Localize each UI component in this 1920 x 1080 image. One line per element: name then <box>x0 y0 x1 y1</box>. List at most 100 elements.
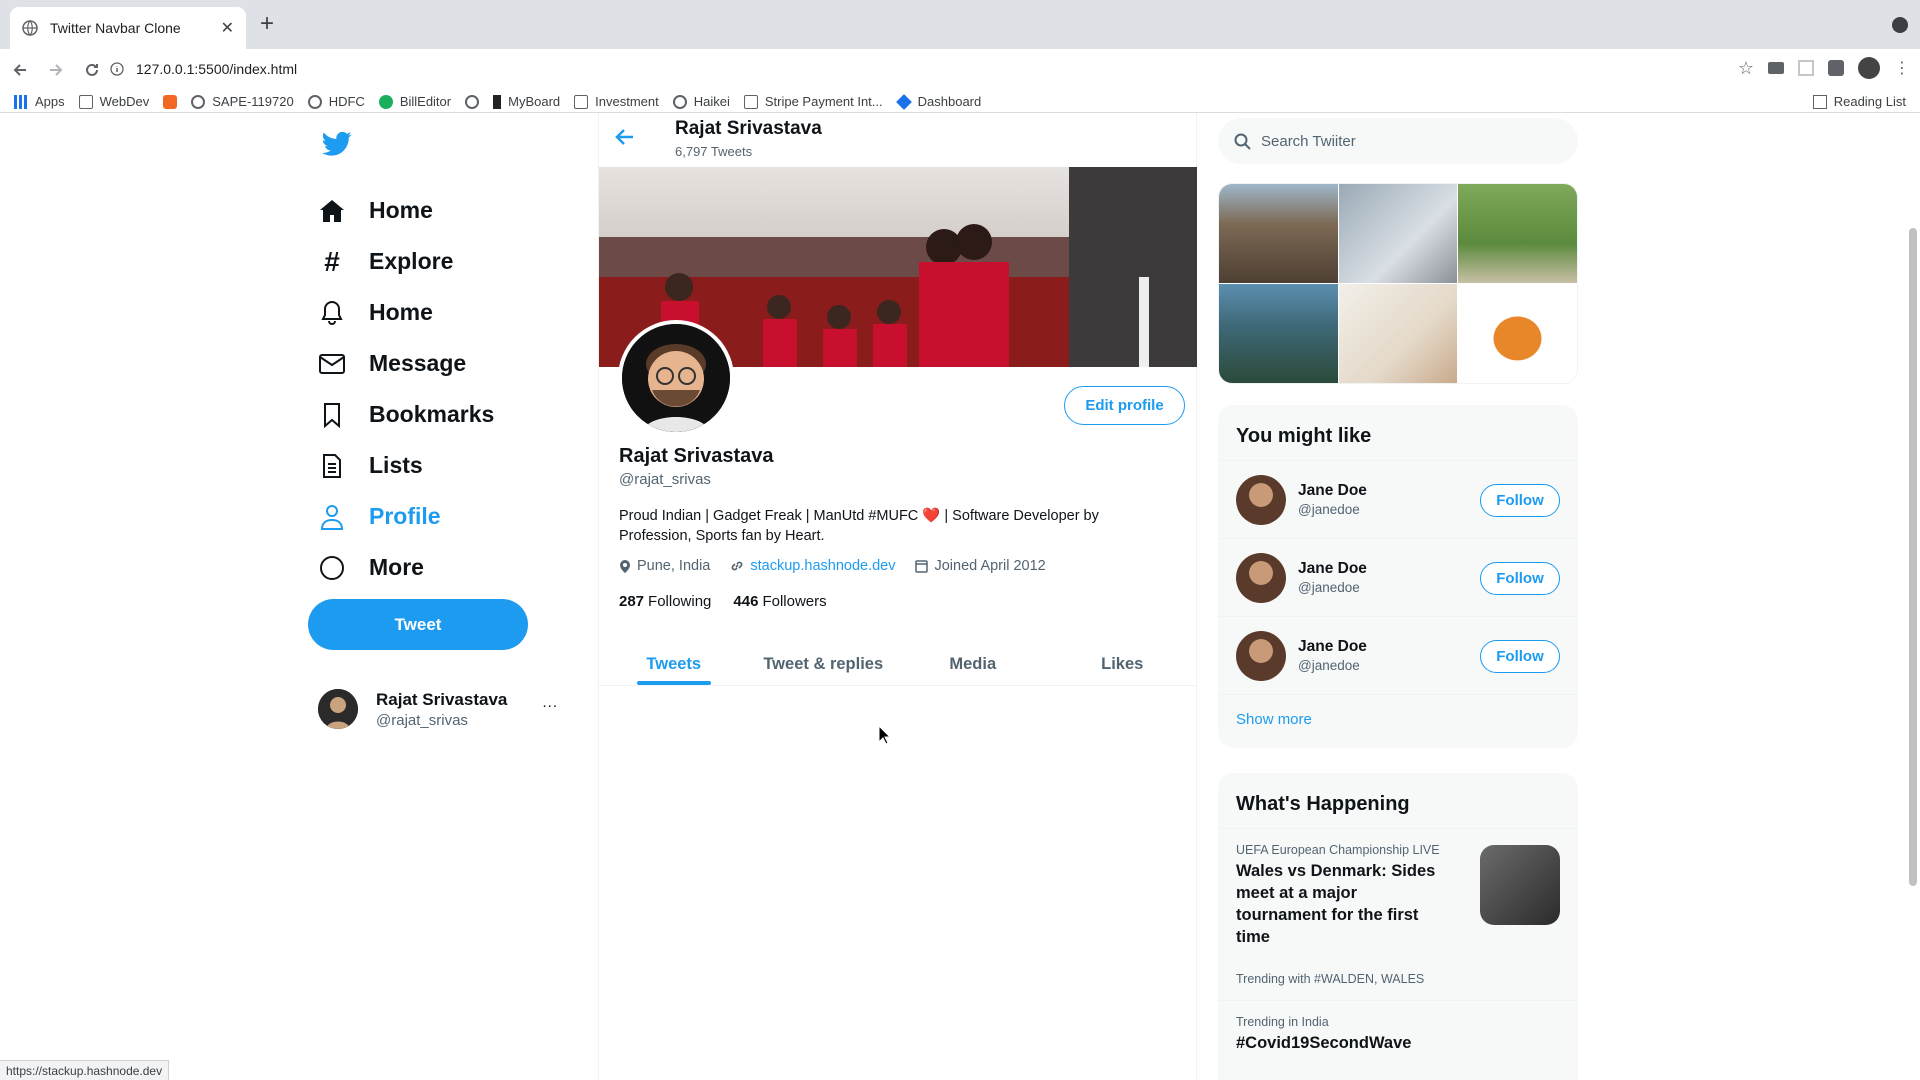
globe-icon <box>22 20 38 36</box>
extension-grid-icon[interactable] <box>1798 60 1814 76</box>
nav-item-profile[interactable]: Profile <box>318 491 598 542</box>
followers-stat[interactable]: 446 Followers <box>733 593 826 610</box>
bookmark-dashboard[interactable]: Dashboard <box>895 93 982 110</box>
bookmark-label: MyBoard <box>508 94 561 109</box>
bookmark-label: Stripe Payment Int... <box>764 94 883 109</box>
bookmark-myboard[interactable]: MyBoard <box>465 94 560 109</box>
follow-button[interactable]: Follow <box>1480 484 1560 517</box>
tab-tweet-replies[interactable]: Tweet & replies <box>749 641 899 685</box>
home-icon <box>318 197 346 225</box>
profile-avatar[interactable] <box>618 320 734 436</box>
suggestion-row[interactable]: Jane Doe @janedoe Follow <box>1218 460 1578 538</box>
gallery-image-city[interactable] <box>1219 184 1338 283</box>
bookmark-label: Dashboard <box>917 94 982 109</box>
suggestion-row[interactable]: Jane Doe @janedoe Follow <box>1218 538 1578 616</box>
edit-profile-button[interactable]: Edit profile <box>1064 386 1185 425</box>
nav-item-explore[interactable]: # Explore <box>318 236 598 287</box>
location-item: Pune, India <box>619 558 710 574</box>
bookmark-haikei[interactable]: Haikei <box>672 94 730 109</box>
nav-item-lists[interactable]: Lists <box>318 440 598 491</box>
folder-icon <box>743 94 758 109</box>
kebab-menu-icon[interactable]: ⋮ <box>1894 58 1910 78</box>
nav-item-notifications[interactable]: Home <box>318 287 598 338</box>
address-url: 127.0.0.1:5500/index.html <box>136 61 298 77</box>
joined-item: Joined April 2012 <box>915 558 1046 574</box>
tweet-button[interactable]: Tweet <box>308 599 528 650</box>
page-scrollbar[interactable] <box>1909 228 1917 886</box>
show-more-link[interactable]: Show more <box>1218 694 1578 748</box>
reload-icon[interactable] <box>76 54 108 86</box>
suggestion-row[interactable]: Jane Doe @janedoe Follow <box>1218 616 1578 694</box>
back-arrow-icon[interactable] <box>615 127 635 147</box>
nav-item-message[interactable]: Message <box>318 338 598 389</box>
list-icon <box>318 452 346 480</box>
gallery-image-figure[interactable] <box>1458 284 1577 383</box>
twitter-logo-icon[interactable] <box>322 131 352 157</box>
tab-search-icon[interactable] <box>1892 17 1908 33</box>
forward-arrow-icon[interactable] <box>40 54 72 86</box>
gallery-image-laptop[interactable] <box>1338 184 1458 283</box>
globe-icon <box>191 94 206 109</box>
who-to-follow-card: You might like Jane Doe @janedoe Follow J… <box>1218 405 1578 748</box>
avatar <box>1236 474 1286 525</box>
bookmark-billeditor[interactable]: BillEditor <box>378 94 451 109</box>
address-bar[interactable]: 127.0.0.1:5500/index.html <box>110 54 1790 84</box>
folder-icon <box>78 94 93 109</box>
profile-avatar-icon[interactable] <box>1858 57 1880 79</box>
bookmark-label: SAPE-119720 <box>212 94 294 109</box>
tweet-count: 6,797 Tweets <box>675 144 753 159</box>
search-placeholder: Search Twiiter <box>1261 132 1356 150</box>
bookmark-hdfc[interactable]: HDFC <box>307 94 365 109</box>
nav-item-more[interactable]: More <box>318 542 598 593</box>
new-tab-button[interactable]: + <box>260 12 274 36</box>
suggestion-handle: @janedoe <box>1298 502 1360 517</box>
star-icon[interactable]: ☆ <box>1738 58 1754 79</box>
globe-icon <box>465 94 480 109</box>
more-options-icon[interactable]: ... <box>542 694 558 711</box>
bookmark-webdev[interactable]: WebDev <box>78 94 149 109</box>
trend-item[interactable]: Trending in India #Covid19SecondWave <box>1218 1000 1578 1068</box>
location-text: Pune, India <box>637 558 711 574</box>
tab-likes[interactable]: Likes <box>1048 641 1198 685</box>
reading-list-button[interactable]: Reading List <box>1812 94 1906 109</box>
nav-item-bookmarks[interactable]: Bookmarks <box>318 389 598 440</box>
trend-item[interactable]: UEFA European Championship LIVE Wales vs… <box>1218 828 1578 1000</box>
user-icon <box>318 503 346 531</box>
browser-tab[interactable]: Twitter Navbar Clone ✕ <box>10 7 246 49</box>
close-tab-icon[interactable]: ✕ <box>221 18 234 38</box>
suggestion-name: Jane Doe <box>1298 638 1367 655</box>
avatar <box>1236 552 1286 603</box>
following-stat[interactable]: 287 Following <box>619 593 711 610</box>
nav-item-home[interactable]: Home <box>318 185 598 236</box>
account-handle: @rajat_srivas <box>376 711 468 729</box>
diamond-icon <box>895 93 912 110</box>
bookmarks-bar: Apps WebDev SAPE-119720 HDFC BillEditor … <box>0 91 1920 113</box>
website-link[interactable]: stackup.hashnode.dev <box>750 558 895 574</box>
envelope-icon <box>318 350 346 378</box>
profile-meta: Pune, India stackup.hashnode.dev Joined … <box>619 558 1046 574</box>
puzzle-icon[interactable] <box>1828 60 1844 76</box>
bookmark-stripe[interactable]: Stripe Payment Int... <box>743 94 883 109</box>
account-switcher[interactable]: Rajat Srivastava @rajat_srivas ... <box>318 686 558 732</box>
bookmark-label: Haikei <box>693 94 730 109</box>
bookmark-apps[interactable]: Apps <box>14 94 65 109</box>
gallery-image-path[interactable] <box>1458 184 1577 283</box>
bookmark-label: Apps <box>35 94 65 109</box>
gallery-image-forest[interactable] <box>1219 284 1338 383</box>
link-icon <box>732 561 743 571</box>
bookmark-investment[interactable]: Investment <box>574 94 659 109</box>
camera-icon[interactable] <box>1768 62 1784 74</box>
follow-button[interactable]: Follow <box>1480 562 1560 595</box>
bookmark-sape[interactable]: SAPE-119720 <box>163 94 294 109</box>
gallery-image-desk[interactable] <box>1338 284 1458 383</box>
mouse-cursor-icon <box>878 725 892 745</box>
avatar <box>1236 630 1286 681</box>
joined-text: Joined April 2012 <box>934 558 1046 574</box>
follow-button[interactable]: Follow <box>1480 640 1560 673</box>
search-input[interactable]: Search Twiiter <box>1218 118 1578 164</box>
back-arrow-icon[interactable] <box>4 54 36 86</box>
nav-label: Message <box>369 350 467 376</box>
status-bar: https://stackup.hashnode.dev <box>0 1060 170 1080</box>
tab-media[interactable]: Media <box>898 641 1048 685</box>
tab-tweets[interactable]: Tweets <box>599 641 749 685</box>
